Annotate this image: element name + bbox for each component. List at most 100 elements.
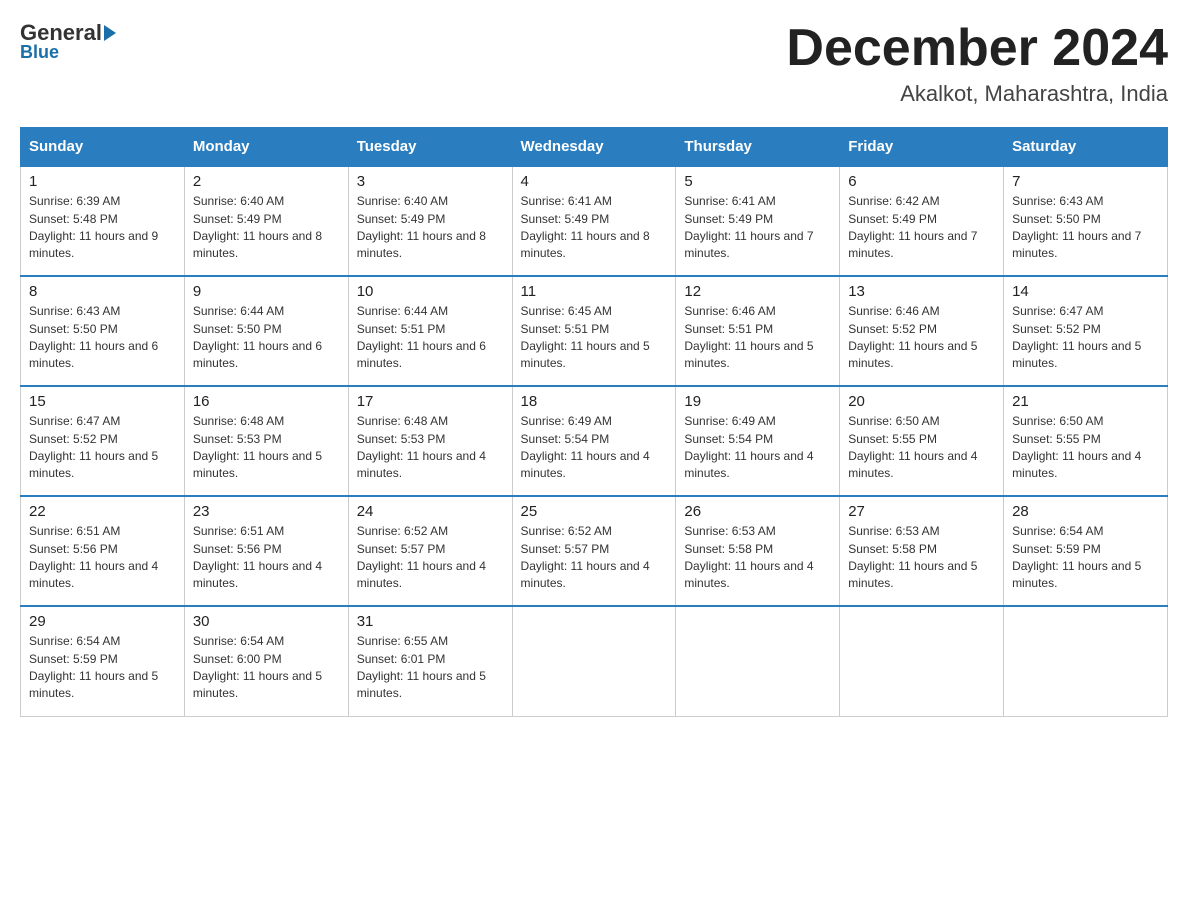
calendar-cell: 2 Sunrise: 6:40 AMSunset: 5:49 PMDayligh…	[184, 166, 348, 276]
day-info: Sunrise: 6:55 AMSunset: 6:01 PMDaylight:…	[357, 634, 486, 700]
logo-blue-text: Blue	[20, 42, 59, 63]
day-info: Sunrise: 6:50 AMSunset: 5:55 PMDaylight:…	[848, 414, 977, 480]
day-info: Sunrise: 6:51 AMSunset: 5:56 PMDaylight:…	[29, 524, 158, 590]
day-info: Sunrise: 6:51 AMSunset: 5:56 PMDaylight:…	[193, 524, 322, 590]
calendar-cell: 30 Sunrise: 6:54 AMSunset: 6:00 PMDaylig…	[184, 606, 348, 716]
day-number: 3	[357, 173, 504, 190]
day-info: Sunrise: 6:41 AMSunset: 5:49 PMDaylight:…	[521, 194, 650, 260]
day-number: 29	[29, 613, 176, 630]
calendar-cell: 21 Sunrise: 6:50 AMSunset: 5:55 PMDaylig…	[1004, 386, 1168, 496]
day-info: Sunrise: 6:54 AMSunset: 6:00 PMDaylight:…	[193, 634, 322, 700]
day-info: Sunrise: 6:50 AMSunset: 5:55 PMDaylight:…	[1012, 414, 1141, 480]
day-number: 16	[193, 393, 340, 410]
day-number: 6	[848, 173, 995, 190]
calendar-cell: 9 Sunrise: 6:44 AMSunset: 5:50 PMDayligh…	[184, 276, 348, 386]
day-number: 11	[521, 283, 668, 300]
calendar-week-row: 29 Sunrise: 6:54 AMSunset: 5:59 PMDaylig…	[21, 606, 1168, 716]
calendar-header-row: SundayMondayTuesdayWednesdayThursdayFrid…	[21, 128, 1168, 167]
day-info: Sunrise: 6:45 AMSunset: 5:51 PMDaylight:…	[521, 304, 650, 370]
calendar-cell	[676, 606, 840, 716]
day-info: Sunrise: 6:42 AMSunset: 5:49 PMDaylight:…	[848, 194, 977, 260]
calendar-cell: 1 Sunrise: 6:39 AMSunset: 5:48 PMDayligh…	[21, 166, 185, 276]
day-info: Sunrise: 6:48 AMSunset: 5:53 PMDaylight:…	[193, 414, 322, 480]
calendar-cell: 17 Sunrise: 6:48 AMSunset: 5:53 PMDaylig…	[348, 386, 512, 496]
day-number: 18	[521, 393, 668, 410]
day-info: Sunrise: 6:52 AMSunset: 5:57 PMDaylight:…	[521, 524, 650, 590]
calendar-week-row: 15 Sunrise: 6:47 AMSunset: 5:52 PMDaylig…	[21, 386, 1168, 496]
day-number: 9	[193, 283, 340, 300]
calendar-cell: 6 Sunrise: 6:42 AMSunset: 5:49 PMDayligh…	[840, 166, 1004, 276]
day-number: 21	[1012, 393, 1159, 410]
day-number: 25	[521, 503, 668, 520]
day-info: Sunrise: 6:48 AMSunset: 5:53 PMDaylight:…	[357, 414, 486, 480]
day-info: Sunrise: 6:40 AMSunset: 5:49 PMDaylight:…	[193, 194, 322, 260]
day-number: 12	[684, 283, 831, 300]
day-number: 20	[848, 393, 995, 410]
calendar-cell: 26 Sunrise: 6:53 AMSunset: 5:58 PMDaylig…	[676, 496, 840, 606]
day-info: Sunrise: 6:49 AMSunset: 5:54 PMDaylight:…	[521, 414, 650, 480]
day-info: Sunrise: 6:54 AMSunset: 5:59 PMDaylight:…	[1012, 524, 1141, 590]
page-header: General Blue December 2024 Akalkot, Maha…	[20, 20, 1168, 107]
day-number: 24	[357, 503, 504, 520]
calendar-cell: 12 Sunrise: 6:46 AMSunset: 5:51 PMDaylig…	[676, 276, 840, 386]
calendar-week-row: 8 Sunrise: 6:43 AMSunset: 5:50 PMDayligh…	[21, 276, 1168, 386]
calendar-cell: 23 Sunrise: 6:51 AMSunset: 5:56 PMDaylig…	[184, 496, 348, 606]
calendar-cell: 15 Sunrise: 6:47 AMSunset: 5:52 PMDaylig…	[21, 386, 185, 496]
day-info: Sunrise: 6:54 AMSunset: 5:59 PMDaylight:…	[29, 634, 158, 700]
day-info: Sunrise: 6:52 AMSunset: 5:57 PMDaylight:…	[357, 524, 486, 590]
calendar-header-wednesday: Wednesday	[512, 128, 676, 167]
day-info: Sunrise: 6:47 AMSunset: 5:52 PMDaylight:…	[1012, 304, 1141, 370]
day-info: Sunrise: 6:43 AMSunset: 5:50 PMDaylight:…	[29, 304, 158, 370]
day-info: Sunrise: 6:41 AMSunset: 5:49 PMDaylight:…	[684, 194, 813, 260]
logo-arrow-icon	[104, 25, 116, 41]
day-number: 2	[193, 173, 340, 190]
calendar-header-tuesday: Tuesday	[348, 128, 512, 167]
calendar-header-monday: Monday	[184, 128, 348, 167]
day-number: 14	[1012, 283, 1159, 300]
day-number: 4	[521, 173, 668, 190]
day-info: Sunrise: 6:44 AMSunset: 5:51 PMDaylight:…	[357, 304, 486, 370]
day-info: Sunrise: 6:53 AMSunset: 5:58 PMDaylight:…	[848, 524, 977, 590]
day-number: 19	[684, 393, 831, 410]
day-info: Sunrise: 6:39 AMSunset: 5:48 PMDaylight:…	[29, 194, 158, 260]
day-info: Sunrise: 6:44 AMSunset: 5:50 PMDaylight:…	[193, 304, 322, 370]
calendar-cell: 3 Sunrise: 6:40 AMSunset: 5:49 PMDayligh…	[348, 166, 512, 276]
day-number: 13	[848, 283, 995, 300]
calendar-header-sunday: Sunday	[21, 128, 185, 167]
day-info: Sunrise: 6:40 AMSunset: 5:49 PMDaylight:…	[357, 194, 486, 260]
logo: General Blue	[20, 20, 118, 63]
day-number: 22	[29, 503, 176, 520]
calendar-cell: 20 Sunrise: 6:50 AMSunset: 5:55 PMDaylig…	[840, 386, 1004, 496]
calendar-cell: 10 Sunrise: 6:44 AMSunset: 5:51 PMDaylig…	[348, 276, 512, 386]
calendar-cell	[840, 606, 1004, 716]
calendar-cell: 25 Sunrise: 6:52 AMSunset: 5:57 PMDaylig…	[512, 496, 676, 606]
day-info: Sunrise: 6:43 AMSunset: 5:50 PMDaylight:…	[1012, 194, 1141, 260]
calendar-cell: 13 Sunrise: 6:46 AMSunset: 5:52 PMDaylig…	[840, 276, 1004, 386]
calendar-cell: 14 Sunrise: 6:47 AMSunset: 5:52 PMDaylig…	[1004, 276, 1168, 386]
title-section: December 2024 Akalkot, Maharashtra, Indi…	[786, 20, 1168, 107]
location-text: Akalkot, Maharashtra, India	[786, 81, 1168, 107]
calendar-cell: 8 Sunrise: 6:43 AMSunset: 5:50 PMDayligh…	[21, 276, 185, 386]
day-number: 7	[1012, 173, 1159, 190]
calendar-cell: 19 Sunrise: 6:49 AMSunset: 5:54 PMDaylig…	[676, 386, 840, 496]
calendar-header-friday: Friday	[840, 128, 1004, 167]
day-info: Sunrise: 6:53 AMSunset: 5:58 PMDaylight:…	[684, 524, 813, 590]
calendar-cell: 24 Sunrise: 6:52 AMSunset: 5:57 PMDaylig…	[348, 496, 512, 606]
day-number: 8	[29, 283, 176, 300]
calendar-cell: 16 Sunrise: 6:48 AMSunset: 5:53 PMDaylig…	[184, 386, 348, 496]
calendar-cell: 5 Sunrise: 6:41 AMSunset: 5:49 PMDayligh…	[676, 166, 840, 276]
month-title: December 2024	[786, 20, 1168, 77]
day-info: Sunrise: 6:46 AMSunset: 5:52 PMDaylight:…	[848, 304, 977, 370]
calendar-cell: 4 Sunrise: 6:41 AMSunset: 5:49 PMDayligh…	[512, 166, 676, 276]
day-number: 31	[357, 613, 504, 630]
day-info: Sunrise: 6:47 AMSunset: 5:52 PMDaylight:…	[29, 414, 158, 480]
day-info: Sunrise: 6:49 AMSunset: 5:54 PMDaylight:…	[684, 414, 813, 480]
calendar-cell: 28 Sunrise: 6:54 AMSunset: 5:59 PMDaylig…	[1004, 496, 1168, 606]
calendar-cell	[1004, 606, 1168, 716]
day-number: 30	[193, 613, 340, 630]
calendar-header-thursday: Thursday	[676, 128, 840, 167]
day-number: 5	[684, 173, 831, 190]
calendar-cell: 22 Sunrise: 6:51 AMSunset: 5:56 PMDaylig…	[21, 496, 185, 606]
calendar-cell: 11 Sunrise: 6:45 AMSunset: 5:51 PMDaylig…	[512, 276, 676, 386]
calendar-cell	[512, 606, 676, 716]
